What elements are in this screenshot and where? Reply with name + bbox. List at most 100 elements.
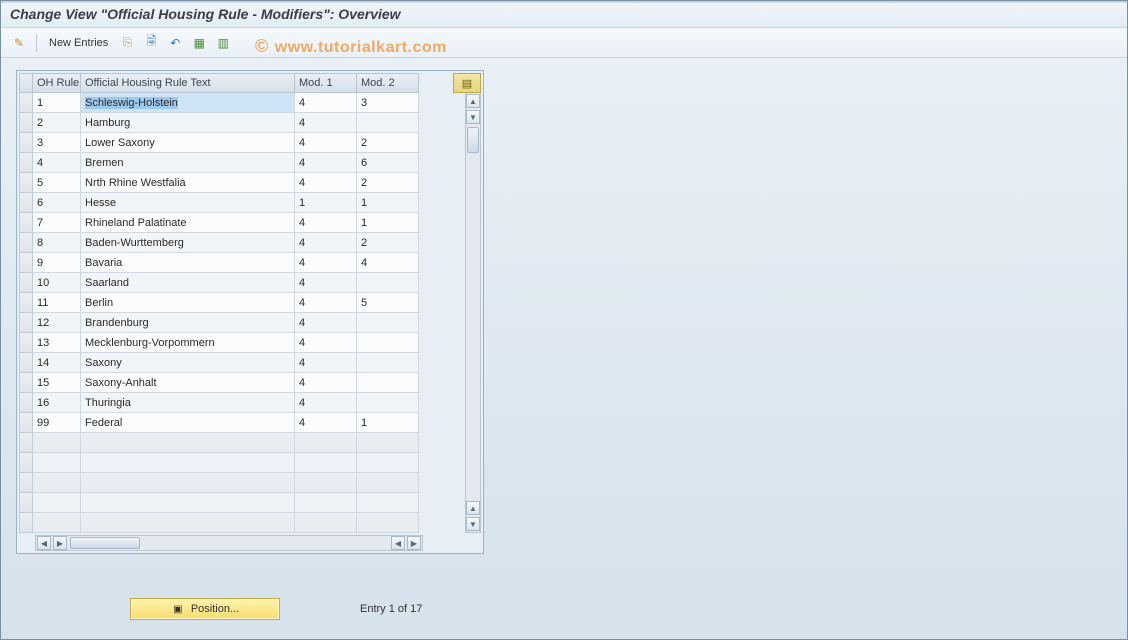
cell-mod2[interactable]: 2 [357, 233, 419, 253]
cell-mod1[interactable]: 4 [295, 233, 357, 253]
row-selector[interactable] [19, 93, 33, 113]
row-selector[interactable] [19, 133, 33, 153]
cell-mod2[interactable]: 6 [357, 153, 419, 173]
cell-mod1[interactable]: 4 [295, 313, 357, 333]
cell-mod2[interactable]: 2 [357, 133, 419, 153]
col-header-mod1[interactable]: Mod. 1 [295, 73, 357, 93]
cell-text[interactable]: Saarland [81, 273, 295, 293]
col-header-select[interactable] [19, 73, 33, 93]
cell-empty[interactable] [357, 473, 419, 493]
row-selector[interactable] [19, 113, 33, 133]
cell-empty[interactable] [295, 493, 357, 513]
table-config-button[interactable]: ▤ [453, 73, 481, 93]
vertical-scrollbar[interactable]: ▲ ▼ ▲ ▼ [465, 93, 481, 533]
cell-empty[interactable] [81, 433, 295, 453]
cell-empty[interactable] [81, 473, 295, 493]
cell-mod1[interactable]: 4 [295, 133, 357, 153]
cell-empty[interactable] [357, 433, 419, 453]
cell-mod2[interactable]: 4 [357, 253, 419, 273]
cell-oh-rule[interactable]: 16 [33, 393, 81, 413]
cell-text[interactable]: Thuringia [81, 393, 295, 413]
cell-oh-rule[interactable]: 3 [33, 133, 81, 153]
cell-empty[interactable] [33, 513, 81, 533]
row-selector[interactable] [19, 313, 33, 333]
cell-oh-rule[interactable]: 14 [33, 353, 81, 373]
cell-mod1[interactable]: 4 [295, 213, 357, 233]
cell-mod1[interactable]: 4 [295, 373, 357, 393]
cell-empty[interactable] [357, 513, 419, 533]
row-selector[interactable] [19, 393, 33, 413]
cell-text[interactable]: Berlin [81, 293, 295, 313]
scroll-left-icon[interactable]: ◀ [37, 536, 51, 550]
cell-mod2[interactable] [357, 273, 419, 293]
delete-icon[interactable]: 🗟 [142, 34, 160, 52]
cell-empty[interactable] [81, 453, 295, 473]
cell-mod2[interactable]: 5 [357, 293, 419, 313]
scroll-thumb[interactable] [70, 537, 140, 549]
row-selector[interactable] [19, 433, 33, 453]
cell-text[interactable]: Nrth Rhine Westfalia [81, 173, 295, 193]
cell-empty[interactable] [33, 473, 81, 493]
row-selector[interactable] [19, 253, 33, 273]
cell-text[interactable]: Saxony [81, 353, 295, 373]
cell-mod1[interactable]: 4 [295, 353, 357, 373]
cell-text[interactable]: Rhineland Palatinate [81, 213, 295, 233]
cell-mod2[interactable] [357, 333, 419, 353]
horizontal-scrollbar[interactable]: ◀ ▶ ◀ ▶ [35, 535, 423, 551]
cell-empty[interactable] [33, 433, 81, 453]
cell-mod1[interactable]: 4 [295, 393, 357, 413]
cell-oh-rule[interactable]: 6 [33, 193, 81, 213]
select-all-icon[interactable]: ▦ [190, 34, 208, 52]
cell-oh-rule[interactable]: 12 [33, 313, 81, 333]
col-header-mod2[interactable]: Mod. 2 [357, 73, 419, 93]
cell-empty[interactable] [295, 453, 357, 473]
position-button[interactable]: ▣ Position... [130, 598, 280, 620]
row-selector[interactable] [19, 153, 33, 173]
cell-mod2[interactable]: 1 [357, 413, 419, 433]
cell-oh-rule[interactable]: 11 [33, 293, 81, 313]
cell-text[interactable]: Bavaria [81, 253, 295, 273]
scroll-right-icon[interactable]: ▶ [407, 536, 421, 550]
cell-mod2[interactable]: 1 [357, 213, 419, 233]
cell-mod2[interactable] [357, 113, 419, 133]
row-selector[interactable] [19, 473, 33, 493]
scroll-right-icon[interactable]: ▶ [53, 536, 67, 550]
row-selector[interactable] [19, 193, 33, 213]
toggle-change-icon[interactable]: ✎ [10, 34, 28, 52]
cell-mod1[interactable]: 4 [295, 333, 357, 353]
cell-mod1[interactable]: 4 [295, 253, 357, 273]
cell-empty[interactable] [33, 493, 81, 513]
cell-mod2[interactable] [357, 393, 419, 413]
cell-oh-rule[interactable]: 7 [33, 213, 81, 233]
cell-mod1[interactable]: 4 [295, 173, 357, 193]
cell-oh-rule[interactable]: 5 [33, 173, 81, 193]
cell-oh-rule[interactable]: 13 [33, 333, 81, 353]
cell-text[interactable]: Federal [81, 413, 295, 433]
cell-oh-rule[interactable]: 4 [33, 153, 81, 173]
scroll-thumb[interactable] [467, 127, 479, 153]
cell-oh-rule[interactable]: 1 [33, 93, 81, 113]
cell-mod1[interactable]: 4 [295, 293, 357, 313]
cell-mod1[interactable]: 4 [295, 153, 357, 173]
cell-mod1[interactable]: 1 [295, 193, 357, 213]
row-selector[interactable] [19, 293, 33, 313]
cell-mod2[interactable]: 3 [357, 93, 419, 113]
cell-oh-rule[interactable]: 99 [33, 413, 81, 433]
new-entries-button[interactable]: New Entries [45, 37, 112, 49]
scroll-down-icon[interactable]: ▼ [466, 517, 480, 531]
scroll-left-icon[interactable]: ◀ [391, 536, 405, 550]
cell-text[interactable]: Lower Saxony [81, 133, 295, 153]
cell-empty[interactable] [81, 513, 295, 533]
cell-oh-rule[interactable]: 9 [33, 253, 81, 273]
row-selector[interactable] [19, 353, 33, 373]
cell-mod1[interactable]: 4 [295, 93, 357, 113]
row-selector[interactable] [19, 373, 33, 393]
scroll-down-icon[interactable]: ▼ [466, 110, 480, 124]
cell-text[interactable]: Mecklenburg-Vorpommern [81, 333, 295, 353]
row-selector[interactable] [19, 453, 33, 473]
cell-empty[interactable] [357, 493, 419, 513]
cell-mod2[interactable] [357, 373, 419, 393]
cell-oh-rule[interactable]: 2 [33, 113, 81, 133]
cell-mod2[interactable]: 1 [357, 193, 419, 213]
col-header-oh-rule[interactable]: OH Rule [33, 73, 81, 93]
